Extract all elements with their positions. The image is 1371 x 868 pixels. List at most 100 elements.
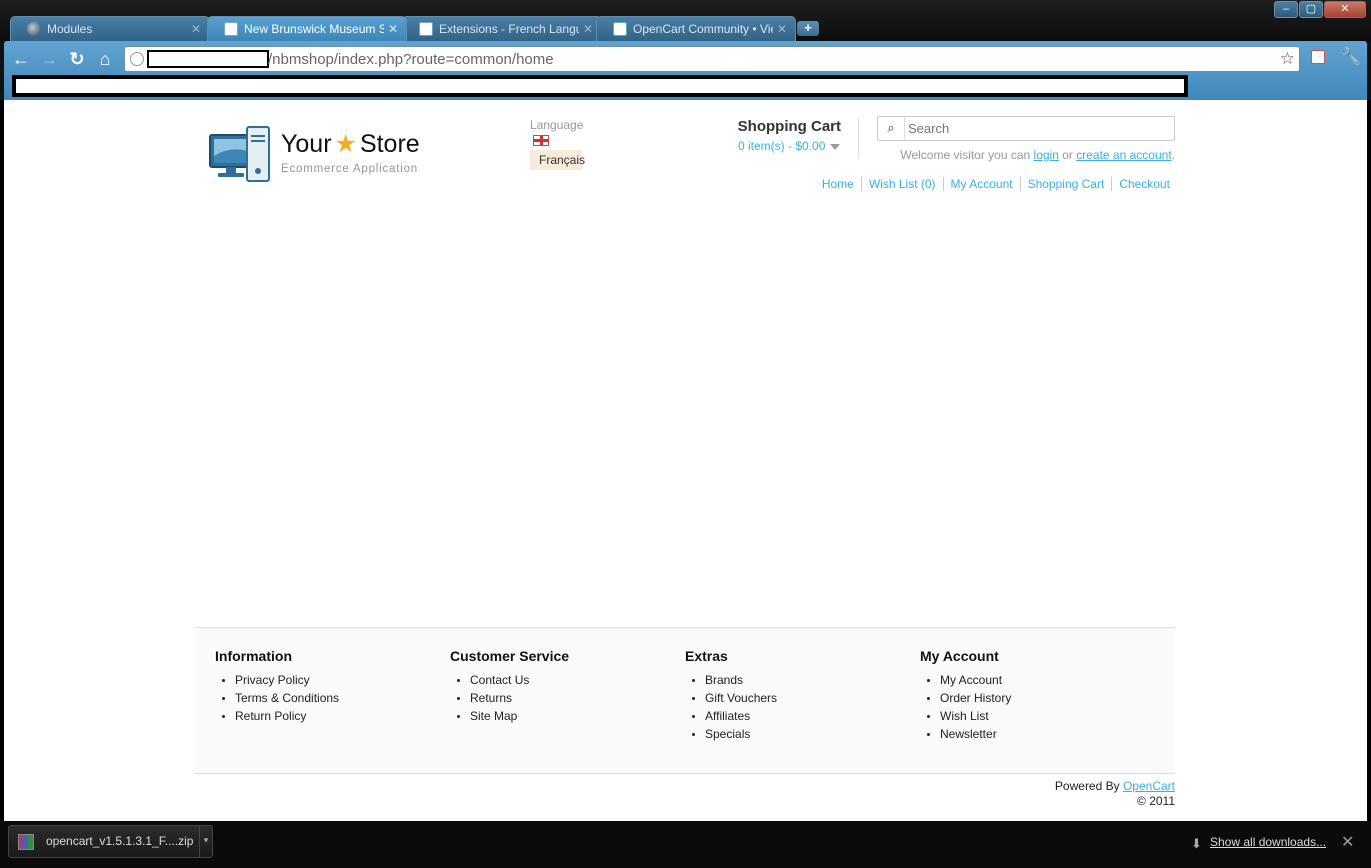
download-shelf: opencart_v1.5.1.3.1_F....zip ▾ ⬇ Show al…	[0, 821, 1371, 868]
back-icon[interactable]: ←	[10, 48, 32, 70]
bookmark-star-icon[interactable]: ☆	[1280, 49, 1295, 69]
chevron-down-icon[interactable]: ▾	[199, 826, 212, 857]
search-icon[interactable]: ⌕	[878, 117, 905, 140]
footer-heading: Customer Service	[450, 648, 570, 664]
footer-column-customer-service: Customer Service Contact Us Returns Site…	[450, 648, 670, 725]
welcome-suffix: .	[1171, 148, 1175, 162]
footer-link[interactable]: Contact Us	[470, 671, 670, 689]
opencart-icon	[613, 22, 627, 36]
footer-link[interactable]: Brands	[705, 671, 905, 689]
search-input[interactable]	[908, 119, 1168, 138]
close-icon[interactable]: ✕	[583, 17, 593, 41]
page-action-icon[interactable]	[1311, 50, 1325, 64]
download-arrow-icon: ⬇	[1191, 836, 1202, 851]
uk-flag-icon[interactable]	[533, 135, 549, 146]
logo-tagline: Ecommerce Application	[281, 163, 418, 175]
reload-icon[interactable]: ↻	[66, 48, 88, 70]
page-viewport: Your ★ Store Ecommerce Application Languag…	[4, 100, 1367, 821]
download-item[interactable]: opencart_v1.5.1.3.1_F....zip ▾	[8, 825, 213, 858]
maximize-button[interactable]: ▢	[1299, 1, 1323, 18]
close-icon[interactable]: ✕	[388, 17, 398, 41]
tab-title: OpenCart Community • Vie	[633, 22, 773, 36]
footer-link[interactable]: Newsletter	[940, 725, 1140, 743]
chevron-down-icon[interactable]	[830, 143, 841, 150]
welcome-or: or	[1062, 148, 1073, 162]
url-text[interactable]: /nbmshop/index.php?route=common/home	[268, 51, 554, 68]
tab-modules[interactable]: Modules ✕	[10, 16, 210, 41]
tab-new-brunswick-museum[interactable]: New Brunswick Museum Sh ✕	[207, 16, 407, 41]
download-filename[interactable]: opencart_v1.5.1.3.1_F....zip	[46, 834, 193, 848]
footer: Information Privacy Policy Terms & Condi…	[195, 627, 1175, 774]
logo-title-left: Your	[281, 130, 332, 158]
footer-column-extras: Extras Brands Gift Vouchers Affiliates S…	[685, 648, 905, 743]
window-close-button[interactable]: ✕	[1324, 1, 1366, 18]
close-icon[interactable]: ✕	[191, 17, 201, 41]
page-info-icon[interactable]	[130, 52, 144, 66]
tab-opencart-community[interactable]: OpenCart Community • Vie ✕	[596, 16, 796, 41]
footer-link[interactable]: Site Map	[470, 707, 670, 725]
cart-widget[interactable]: Shopping Cart 0 item(s) - $0.00	[737, 118, 859, 158]
globe-icon	[27, 22, 41, 36]
copyright: © 2011	[1137, 794, 1175, 808]
link-my-account[interactable]: My Account	[942, 177, 1020, 191]
footer-link[interactable]: Specials	[705, 725, 905, 743]
footer-heading: My Account	[920, 648, 999, 664]
footer-link[interactable]: Gift Vouchers	[705, 689, 905, 707]
browser-chrome: Modules ✕ Extensions - French Langua ✕ O…	[0, 0, 1371, 100]
create-account-link[interactable]: create an account	[1076, 148, 1171, 162]
close-icon[interactable]: ✕	[777, 17, 787, 41]
store-logo[interactable]: Your ★ Store Ecommerce Application	[209, 124, 429, 186]
link-wish-list[interactable]: Wish List (0)	[860, 177, 943, 191]
footer-heading: Information	[215, 648, 292, 664]
cart-total-text[interactable]: 0 item(s) - $0.00	[738, 139, 825, 153]
footer-heading: Extras	[685, 648, 728, 664]
language-option-french[interactable]: Français	[530, 150, 585, 170]
footer-link[interactable]: Privacy Policy	[235, 671, 435, 689]
footer-link[interactable]: Terms & Conditions	[235, 689, 435, 707]
tab-title: New Brunswick Museum Sh	[244, 22, 384, 36]
shopping-cart-icon	[224, 22, 238, 36]
tab-title: Extensions - French Langua	[439, 22, 579, 36]
cart-heading[interactable]: Shopping Cart	[737, 118, 858, 135]
powered-by: Powered By OpenCart © 2011	[1055, 779, 1175, 809]
redacted-host	[147, 50, 269, 68]
browser-toolbar: ← → ↻ ⌂ /nbmshop/index.php?route=common/…	[4, 41, 1367, 100]
redacted-bookmarks-bar	[12, 75, 1188, 97]
footer-link[interactable]: Affiliates	[705, 707, 905, 725]
star-icon: ★	[334, 130, 357, 158]
footer-column-information: Information Privacy Policy Terms & Condi…	[215, 648, 435, 725]
top-links: Home Wish List (0) My Account Shopping Cart…	[815, 177, 1175, 191]
store-container: Your ★ Store Ecommerce Application Languag…	[195, 100, 1175, 821]
tab-title: Modules	[47, 22, 93, 36]
footer-column-my-account: My Account My Account Order History Wish…	[920, 648, 1140, 743]
close-icon[interactable]: ✕	[1341, 832, 1354, 852]
computer-logo-icon	[209, 126, 270, 182]
search-box: ⌕	[877, 116, 1175, 141]
link-home[interactable]: Home	[815, 177, 861, 191]
archive-icon	[18, 834, 34, 850]
footer-link[interactable]: Order History	[940, 689, 1140, 707]
address-bar[interactable]: /nbmshop/index.php?route=common/home ☆	[124, 46, 1300, 72]
show-all-downloads-link[interactable]: Show all downloads...	[1210, 835, 1326, 849]
link-checkout[interactable]: Checkout	[1111, 177, 1175, 191]
language-label: Language	[530, 118, 584, 132]
cart-total[interactable]: 0 item(s) - $0.00	[738, 139, 841, 153]
footer-link[interactable]: Returns	[470, 689, 670, 707]
tab-extensions-french-language[interactable]: Extensions - French Langua ✕	[402, 16, 602, 41]
home-icon[interactable]: ⌂	[94, 48, 116, 70]
link-shopping-cart[interactable]: Shopping Cart	[1019, 177, 1112, 191]
welcome-prefix: Welcome visitor you can	[900, 148, 1031, 162]
language-selector: Language Français	[530, 118, 585, 170]
welcome-message: Welcome visitor you can login or create …	[877, 148, 1175, 162]
minimize-button[interactable]: –	[1274, 1, 1298, 18]
opencart-icon	[419, 22, 433, 36]
new-tab-button[interactable]: +	[797, 21, 819, 36]
opencart-link[interactable]: OpenCart	[1123, 779, 1175, 793]
footer-link[interactable]: My Account	[940, 671, 1140, 689]
forward-icon[interactable]: →	[38, 48, 60, 70]
logo-title: Your ★ Store	[281, 129, 420, 159]
wrench-icon[interactable]: 🔧	[1340, 47, 1361, 67]
footer-link[interactable]: Wish List	[940, 707, 1140, 725]
footer-link[interactable]: Return Policy	[235, 707, 435, 725]
login-link[interactable]: login	[1034, 148, 1059, 162]
